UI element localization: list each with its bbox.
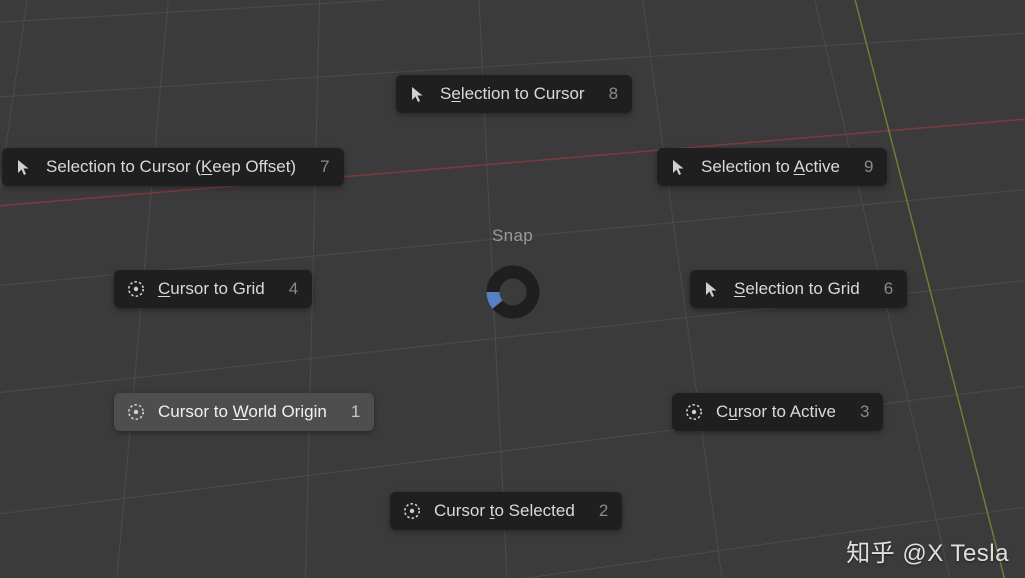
menu-item-cursor-to-active[interactable]: Cursor to Active 3 bbox=[672, 393, 883, 431]
pointer-icon bbox=[669, 157, 689, 177]
menu-item-label: Cursor to Selected bbox=[434, 501, 575, 521]
menu-item-shortcut: 8 bbox=[609, 84, 618, 104]
menu-item-shortcut: 3 bbox=[860, 402, 869, 422]
pie-menu-center-ring bbox=[486, 265, 540, 319]
menu-item-selection-to-cursor[interactable]: Selection to Cursor 8 bbox=[396, 75, 632, 113]
menu-item-cursor-to-grid[interactable]: Cursor to Grid 4 bbox=[114, 270, 312, 308]
menu-item-label: Cursor to Grid bbox=[158, 279, 265, 299]
pointer-icon bbox=[408, 84, 428, 104]
menu-item-label: Cursor to World Origin bbox=[158, 402, 327, 422]
menu-item-label: Selection to Active bbox=[701, 157, 840, 177]
menu-item-shortcut: 6 bbox=[884, 279, 893, 299]
pointer-icon bbox=[14, 157, 34, 177]
menu-item-selection-to-cursor-keep-offset[interactable]: Selection to Cursor (Keep Offset) 7 bbox=[2, 148, 344, 186]
menu-item-cursor-to-selected[interactable]: Cursor to Selected 2 bbox=[390, 492, 622, 530]
cursor3d-icon bbox=[684, 402, 704, 422]
menu-item-cursor-to-world-origin[interactable]: Cursor to World Origin 1 bbox=[114, 393, 374, 431]
menu-item-selection-to-grid[interactable]: Selection to Grid 6 bbox=[690, 270, 907, 308]
menu-item-label: Selection to Cursor (Keep Offset) bbox=[46, 157, 296, 177]
cursor3d-icon bbox=[126, 279, 146, 299]
watermark: 知乎 @X Tesla bbox=[846, 533, 1009, 568]
pie-menu-title: Snap bbox=[492, 226, 533, 246]
pointer-icon bbox=[702, 279, 722, 299]
cursor3d-icon bbox=[402, 501, 422, 521]
menu-item-shortcut: 4 bbox=[289, 279, 298, 299]
menu-item-selection-to-active[interactable]: Selection to Active 9 bbox=[657, 148, 887, 186]
menu-item-label: Selection to Cursor bbox=[440, 84, 585, 104]
menu-item-shortcut: 1 bbox=[351, 402, 360, 422]
menu-item-shortcut: 7 bbox=[320, 157, 329, 177]
menu-item-shortcut: 2 bbox=[599, 501, 608, 521]
cursor3d-icon bbox=[126, 402, 146, 422]
menu-item-label: Cursor to Active bbox=[716, 402, 836, 422]
menu-item-shortcut: 9 bbox=[864, 157, 873, 177]
menu-item-label: Selection to Grid bbox=[734, 279, 860, 299]
